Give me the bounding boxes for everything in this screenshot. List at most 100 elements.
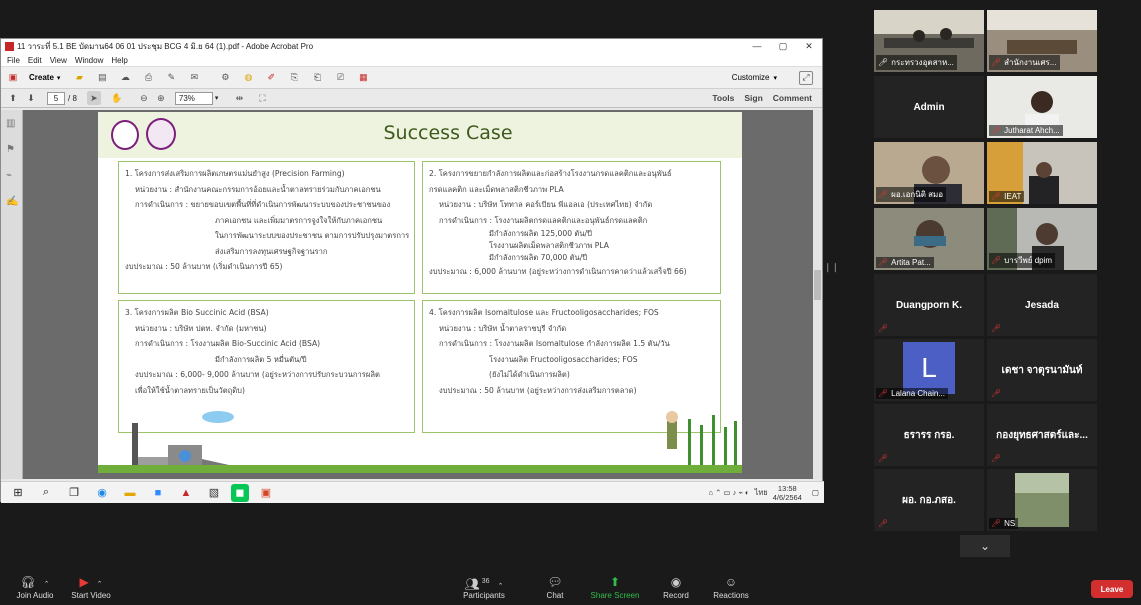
- highlight-icon[interactable]: ✐: [264, 71, 278, 85]
- zoom-in-icon[interactable]: ⊕: [154, 91, 168, 105]
- participant-tile[interactable]: ธรารร กรอ. 🎤︎: [874, 404, 984, 466]
- menu-help[interactable]: Help: [111, 56, 127, 65]
- minimize-icon[interactable]: —: [744, 41, 770, 52]
- participant-tile[interactable]: 🎤︎ IEAT: [987, 142, 1097, 204]
- participant-tile[interactable]: Admin: [874, 76, 984, 138]
- save-icon[interactable]: ▤: [95, 71, 109, 85]
- participant-tile[interactable]: เดชา จาตุรนามันท์ 🎤︎: [987, 339, 1097, 401]
- participant-name-tag: 🎤︎ กระทรวงอุตสาห...: [876, 55, 957, 70]
- file-explorer-icon[interactable]: ▬: [119, 482, 141, 504]
- create-button[interactable]: Create: [29, 73, 54, 82]
- sign-link[interactable]: Sign: [744, 93, 762, 103]
- powerpoint-icon[interactable]: ▣: [255, 482, 277, 504]
- edge-browser-icon[interactable]: ◉: [91, 482, 113, 504]
- notification-icon[interactable]: ▢: [812, 488, 819, 497]
- search-icon[interactable]: ⌕: [35, 482, 57, 504]
- participant-tile[interactable]: Duangporn K. 🎤︎: [874, 274, 984, 336]
- participant-tile[interactable]: ผอ. กอ.ภสอ. 🎤︎: [874, 469, 984, 531]
- fit-page-icon[interactable]: ⛶: [255, 91, 269, 105]
- comment-icon[interactable]: ◍: [241, 71, 255, 85]
- card-line: 1. โครงการส่งเสริมการผลิตเกษตรแม่นยำสูง …: [125, 169, 345, 178]
- customize-chevron-icon[interactable]: ▾: [773, 74, 777, 82]
- line-app-icon[interactable]: ◼: [231, 483, 249, 502]
- reactions-button[interactable]: ☺ Reactions: [696, 573, 766, 605]
- menu-view[interactable]: View: [50, 56, 67, 65]
- tray-icons[interactable]: ⌂ ⌃ ▭ ♪ ⌁ ◐: [708, 488, 749, 497]
- document-area: ▥ ⚑ ⌁ ✍ Success Case 1. โครงการส่งเสริมก…: [1, 110, 822, 479]
- participant-tile[interactable]: 🎤︎ NS: [987, 469, 1097, 531]
- select-tool-icon[interactable]: ➤: [86, 91, 101, 105]
- slide-footer-illustration: [98, 409, 742, 473]
- edit-icon[interactable]: ✎: [164, 71, 178, 85]
- start-video-button[interactable]: ▶︎ ⌃ Start Video: [56, 573, 126, 605]
- card-line: การดำเนินการ : โรงงานผลิต Isomaltulose ก…: [439, 339, 670, 348]
- language-indicator[interactable]: ไทย: [755, 487, 768, 499]
- participant-tile[interactable]: L 🎤︎ Lalana Chain...: [874, 339, 984, 401]
- cloud-upload-icon[interactable]: ☁: [118, 71, 132, 85]
- participant-name-tag: 🎤︎: [876, 453, 894, 464]
- join-audio-label: Join Audio: [16, 591, 54, 600]
- email-icon[interactable]: ✉: [187, 71, 201, 85]
- zoom-out-icon[interactable]: ⊖: [137, 91, 151, 105]
- microphone-muted-icon: 🎤︎: [878, 324, 889, 333]
- pages-panel-icon[interactable]: ▥: [6, 118, 18, 130]
- participant-name-tag: 🎤︎: [876, 323, 894, 334]
- clock[interactable]: 13:58 4/6/2564: [773, 484, 802, 502]
- participant-tile[interactable]: 🎤︎ สำนักงานเศร...: [987, 10, 1097, 72]
- page-up-icon[interactable]: ⬆: [6, 91, 20, 105]
- tools-link[interactable]: Tools: [712, 93, 734, 103]
- create-dropdown-icon[interactable]: ▾: [57, 74, 61, 82]
- acrobat-taskbar-icon[interactable]: ▲: [175, 482, 197, 504]
- bookmarks-panel-icon[interactable]: ⚑: [6, 144, 18, 156]
- leave-button[interactable]: Leave: [1091, 580, 1133, 598]
- gallery-next-page-chevron-down-icon[interactable]: ⌄: [960, 535, 1010, 557]
- splitter-handle-icon[interactable]: ❘❘: [824, 262, 839, 276]
- participant-tile[interactable]: 🎤︎ กระทรวงอุตสาห...: [874, 10, 984, 72]
- card-line: โรงงานผลิต Fructooligosaccharides; FOS: [489, 354, 638, 364]
- menu-file[interactable]: File: [7, 56, 20, 65]
- participant-tile[interactable]: กองยุทธศาสตร์และ... 🎤︎: [987, 404, 1097, 466]
- attach-icon[interactable]: ⎗: [310, 71, 324, 85]
- signatures-panel-icon[interactable]: ✍: [6, 196, 18, 208]
- page-number-input[interactable]: 5: [47, 91, 65, 105]
- expand-icon[interactable]: ⤢: [799, 70, 813, 85]
- form-icon[interactable]: ▦: [356, 71, 370, 85]
- windows-start-icon[interactable]: ⊞: [7, 482, 29, 504]
- stamp-icon[interactable]: ⎘: [287, 71, 301, 85]
- participants-label: Participants: [463, 591, 505, 600]
- fit-width-icon[interactable]: ⇹: [232, 91, 246, 105]
- menu-window[interactable]: Window: [75, 56, 103, 65]
- close-icon[interactable]: ✕: [796, 41, 822, 52]
- open-folder-icon[interactable]: ▰: [72, 71, 86, 85]
- zoom-dropdown-icon[interactable]: ▾: [215, 94, 219, 102]
- card-line: 3. โครงการผลิต Bio Succinic Acid (BSA): [125, 308, 269, 317]
- zoom-level-select[interactable]: 73%: [174, 91, 213, 105]
- hand-tool-icon[interactable]: ✋: [110, 91, 124, 105]
- participant-tile[interactable]: 🎤︎ Jutharat Ahch...: [987, 76, 1097, 138]
- zoom-control-bar: 🎧︎ ⌃ Join Audio ▶︎ ⌃ Start Video 👥︎ 36⌃ Par…: [0, 573, 1141, 605]
- share-screen-button[interactable]: ⬆ Share Screen: [580, 573, 650, 605]
- maximize-icon[interactable]: ▢: [770, 41, 796, 52]
- zoom-app-icon[interactable]: ■: [147, 482, 169, 504]
- photos-icon[interactable]: ▧: [203, 482, 225, 504]
- print-icon[interactable]: ⎙: [141, 71, 155, 85]
- document-scrollbar[interactable]: [813, 110, 822, 479]
- comment-link[interactable]: Comment: [773, 93, 812, 103]
- task-view-icon[interactable]: ❐: [63, 482, 85, 504]
- clock-date: 4/6/2564: [772, 492, 802, 502]
- participants-button[interactable]: 👥︎ 36⌃ Participants: [449, 573, 519, 605]
- page-down-icon[interactable]: ⬇: [24, 91, 38, 105]
- menu-edit[interactable]: Edit: [28, 56, 42, 65]
- card-line: หน่วยงาน : บริษัท ปตท. จำกัด (มหาชน): [135, 323, 267, 333]
- participant-tile[interactable]: 🎤︎ Artita Pat...: [874, 208, 984, 270]
- attachments-panel-icon[interactable]: ⌁: [6, 170, 18, 182]
- microphone-icon: 🎤︎: [878, 58, 889, 67]
- settings-icon[interactable]: ⚙: [218, 71, 232, 85]
- share-icon[interactable]: ⎚: [333, 71, 347, 85]
- participant-tile[interactable]: 🎤︎ บารวีพย์ dpim: [987, 208, 1097, 270]
- scrollbar-thumb[interactable]: [814, 270, 821, 300]
- participant-tile[interactable]: 🎤︎ ผอ.เอกนิติ สมอ: [874, 142, 984, 204]
- participant-tile[interactable]: Jesada 🎤︎: [987, 274, 1097, 336]
- create-icon[interactable]: ▣: [6, 71, 20, 85]
- customize-dropdown[interactable]: Customize: [732, 73, 770, 82]
